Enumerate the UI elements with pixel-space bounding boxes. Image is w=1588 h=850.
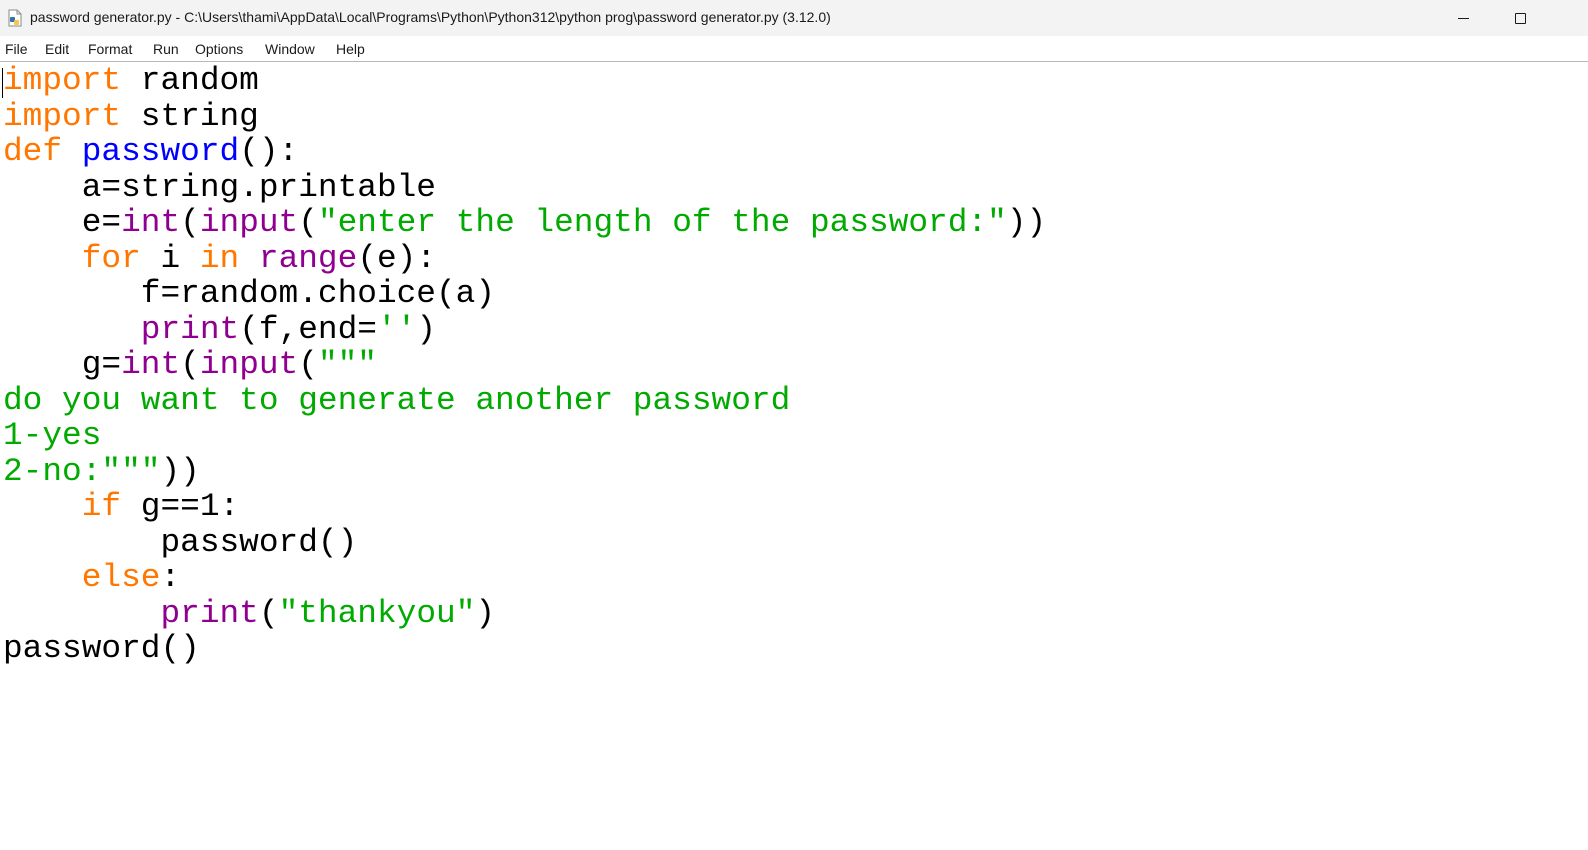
python-file-icon: [8, 9, 22, 27]
window-title: password generator.py - C:\Users\thami\A…: [30, 9, 831, 25]
code-line: do you want to generate another password: [3, 381, 791, 419]
code-line: def password():: [3, 133, 299, 170]
minimize-button[interactable]: [1440, 0, 1486, 36]
menu-file[interactable]: File: [5, 41, 28, 57]
menu-window[interactable]: Window: [265, 41, 315, 57]
code-line: for i in range(e):: [81, 239, 437, 277]
code-line: import random: [3, 62, 259, 99]
minimize-icon: [1457, 17, 1469, 19]
code-line: a=string.printable: [3, 168, 436, 206]
menu-edit[interactable]: Edit: [45, 41, 69, 57]
menu-format[interactable]: Format: [88, 41, 132, 57]
code-line: if g==1:: [81, 488, 240, 525]
code-line: 2-no:""")): [3, 452, 200, 490]
maximize-icon: [1514, 12, 1526, 24]
maximize-button[interactable]: [1497, 0, 1543, 36]
menu-help[interactable]: Help: [336, 41, 365, 57]
code-line: print(f,end=''): [140, 310, 437, 348]
title-bar: password generator.py - C:\Users\thami\A…: [0, 0, 1588, 36]
code-line: import string: [3, 97, 259, 135]
menu-bar: File Edit Format Run Options Window Help: [0, 36, 1588, 62]
code-line: password(): [3, 523, 358, 561]
code-editor[interactable]: import random import string def password()…: [0, 62, 1588, 850]
menu-run[interactable]: Run: [153, 41, 179, 57]
code-line: f=random.choice(a): [3, 275, 496, 312]
code-line: password(): [3, 630, 200, 667]
code-line: else:: [81, 559, 181, 596]
menu-options[interactable]: Options: [195, 41, 243, 57]
code-line: 1-yes: [3, 417, 102, 454]
code-text: import random import string def password()…: [3, 63, 1046, 667]
code-line: g=int(input(""": [3, 346, 377, 383]
code-line: print("thankyou"): [160, 594, 496, 632]
code-line: e=int(input("enter the length of the pas…: [3, 204, 1047, 241]
